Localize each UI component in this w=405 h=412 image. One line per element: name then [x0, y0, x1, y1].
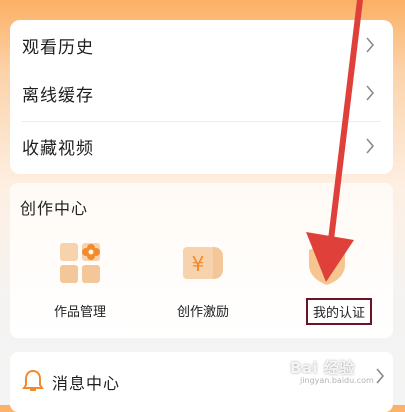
creation-center-card: 创作中心 作品管理 ¥ 创作激励 我的认证 — [10, 183, 393, 338]
menu-card: 观看历史 离线缓存 收藏视频 — [10, 20, 393, 174]
menu-item-offline-cache[interactable]: 离线缓存 — [10, 70, 393, 116]
tool-label-highlighted: 我的认证 — [306, 298, 373, 325]
chevron-right-icon — [376, 368, 385, 384]
my-certification-button[interactable]: 我的认证 — [272, 239, 382, 329]
bell-icon — [22, 369, 44, 391]
menu-item-label: 收藏视频 — [22, 138, 94, 159]
menu-item-label: 离线缓存 — [22, 85, 94, 106]
chevron-right-icon — [366, 85, 375, 101]
creation-incentive-button[interactable]: ¥ 创作激励 — [148, 239, 258, 329]
chevron-right-icon — [366, 138, 375, 154]
watermark-url: jingyan.baidu.com — [300, 376, 374, 385]
message-center-label: 消息中心 — [52, 374, 121, 393]
grid-flower-icon — [60, 243, 100, 283]
watermark-logo: Bai 经验 — [290, 359, 355, 377]
tool-label: 创作激励 — [176, 305, 229, 320]
shield-badge-icon — [309, 243, 345, 285]
section-title: 创作中心 — [20, 199, 89, 218]
svg-text:¥: ¥ — [192, 252, 205, 276]
menu-item-watch-history[interactable]: 观看历史 — [10, 22, 393, 68]
menu-item-favorites[interactable]: 收藏视频 — [10, 123, 393, 169]
divider — [22, 121, 381, 122]
works-management-button[interactable]: 作品管理 — [25, 239, 135, 329]
chevron-right-icon — [366, 37, 375, 53]
tool-label: 作品管理 — [53, 305, 106, 320]
menu-item-label: 观看历史 — [22, 37, 94, 58]
yen-coin-icon: ¥ — [183, 247, 223, 279]
